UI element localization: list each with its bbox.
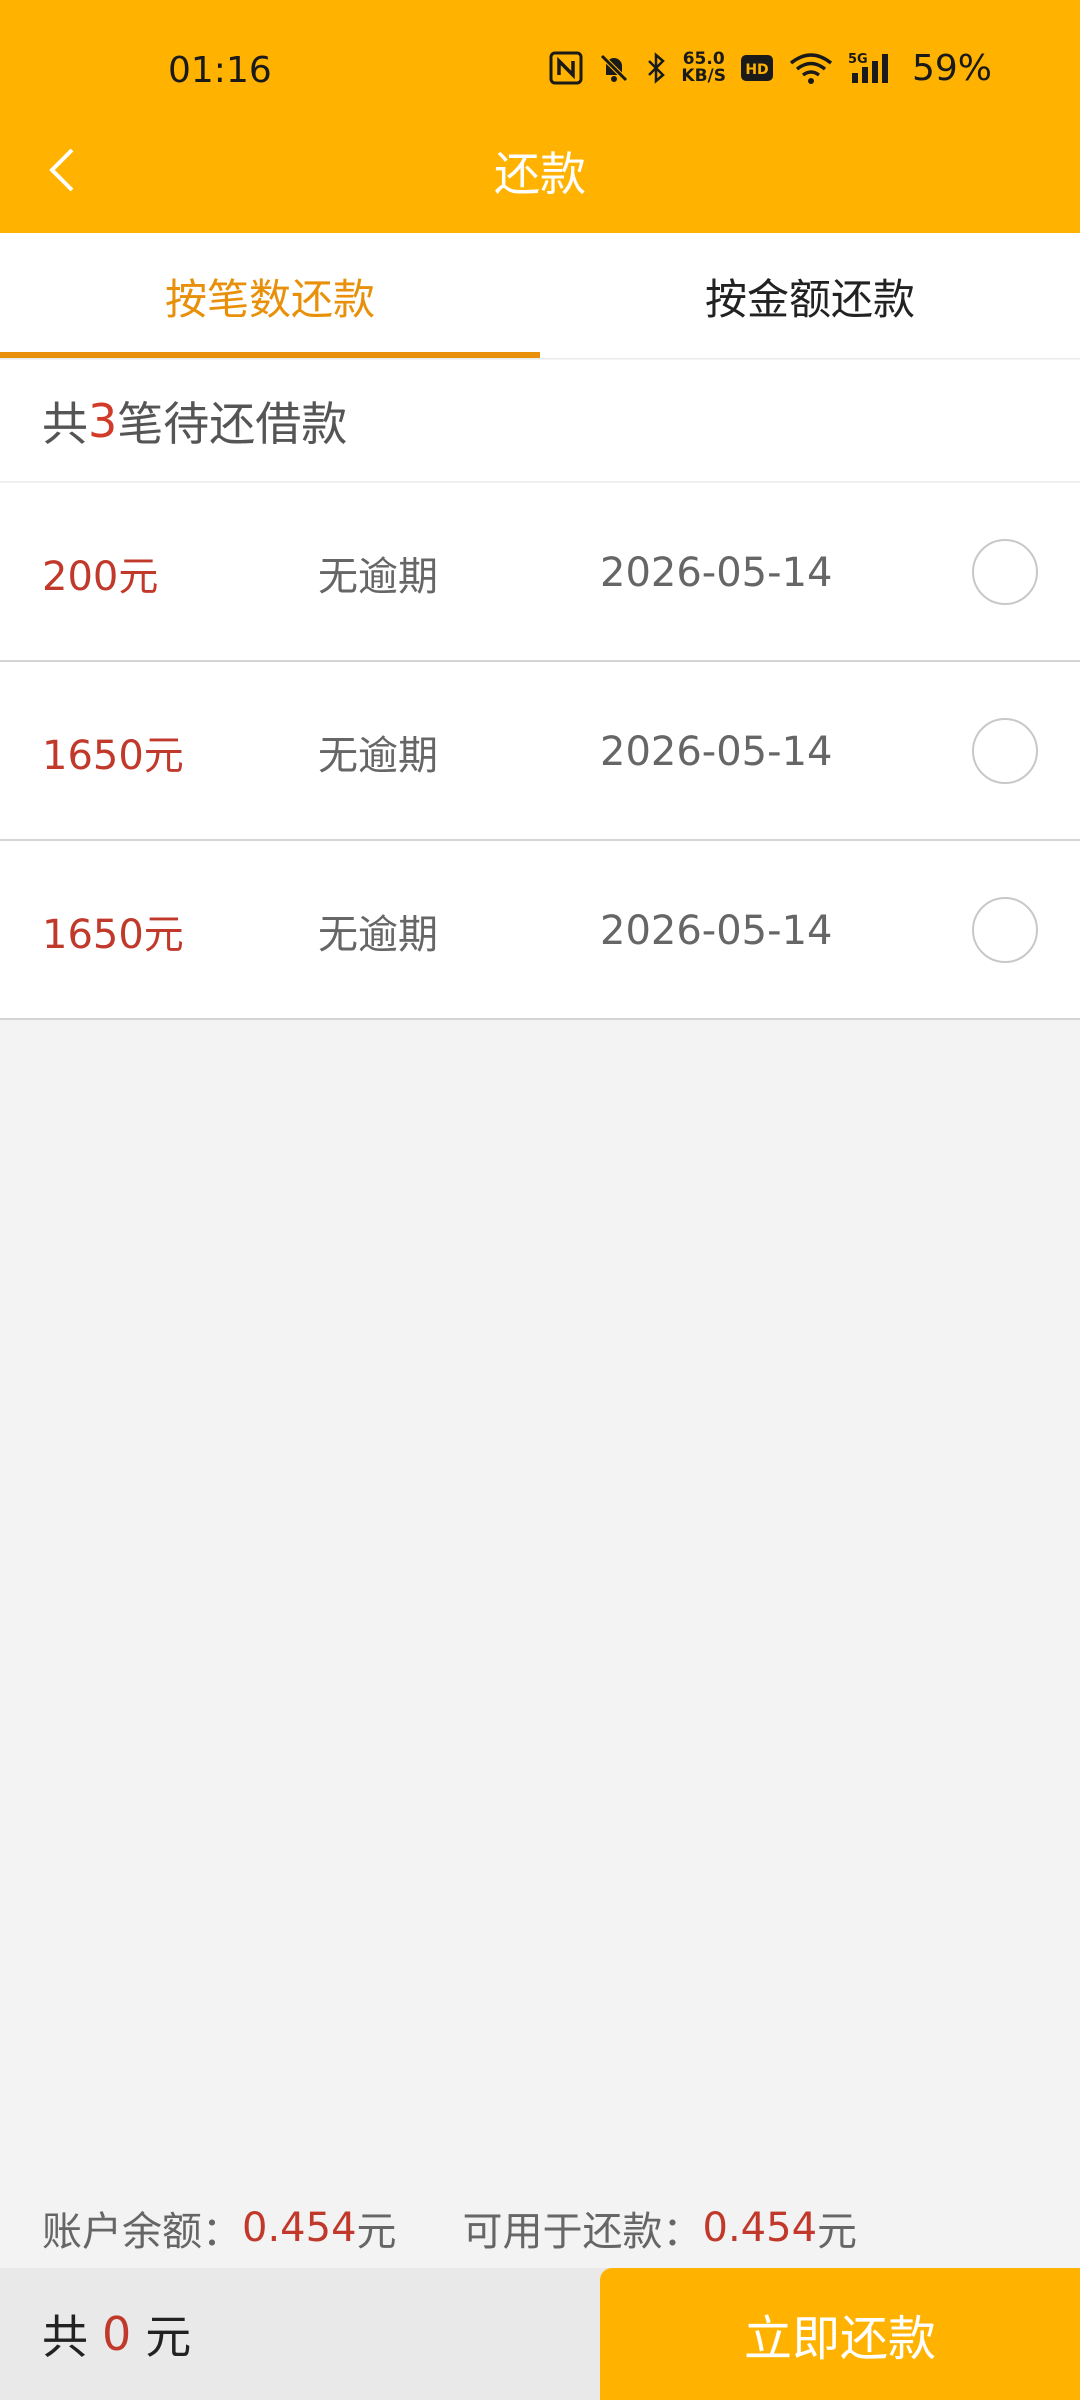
- wifi-icon: [788, 51, 834, 85]
- loan-summary: 共 3 笔待还借款: [0, 360, 1080, 482]
- tab-by-count[interactable]: 按笔数还款: [0, 233, 540, 359]
- signal-5g-icon: 5G: [848, 51, 898, 85]
- repay-now-button[interactable]: 立即还款: [600, 2268, 1080, 2400]
- loan-overdue-status: 无逾期: [318, 732, 438, 779]
- account-balance-unit: 元: [356, 2209, 397, 2255]
- repay-total: 共 0 元: [42, 2268, 191, 2400]
- top-bar: 01:16 65.0 KB/S HD 5G 59% 还款: [0, 0, 1080, 233]
- bell-muted-icon: [597, 51, 631, 85]
- loan-row[interactable]: 1650元 无逾期 2026-05-14: [0, 841, 1080, 1020]
- loan-select-radio[interactable]: [972, 897, 1038, 963]
- hd-icon: HD: [740, 54, 774, 82]
- loan-amount: 200元: [42, 553, 159, 600]
- bluetooth-icon: [645, 51, 667, 85]
- battery-level: 59%: [911, 47, 992, 89]
- status-bar: 01:16 65.0 KB/S HD 5G 59%: [0, 0, 1080, 120]
- available-repay-label: 可用于还款：: [462, 2209, 703, 2255]
- svg-text:5G: 5G: [848, 52, 868, 67]
- nfc-icon: [549, 51, 583, 85]
- tab-active-indicator: [0, 352, 540, 358]
- loan-row[interactable]: 200元 无逾期 2026-05-14: [0, 483, 1080, 662]
- loan-due-date: 2026-05-14: [600, 549, 833, 596]
- status-time: 01:16: [168, 50, 272, 91]
- summary-prefix: 共: [42, 396, 88, 451]
- loan-amount: 1650元: [42, 911, 184, 958]
- loan-select-radio[interactable]: [972, 718, 1038, 784]
- tab-bar: 按笔数还款 按金额还款: [0, 233, 1080, 359]
- available-repay-unit: 元: [817, 2209, 858, 2255]
- total-prefix: 共: [42, 2310, 88, 2364]
- summary-suffix: 笔待还借款: [117, 396, 348, 451]
- net-speed: 65.0 KB/S: [681, 51, 726, 85]
- total-unit: 元: [145, 2310, 192, 2364]
- summary-count: 3: [88, 393, 118, 448]
- total-value: 0: [102, 2307, 132, 2361]
- svg-text:HD: HD: [745, 62, 768, 78]
- loan-row[interactable]: 1650元 无逾期 2026-05-14: [0, 662, 1080, 841]
- loan-amount: 1650元: [42, 732, 184, 779]
- balance-info: 账户余额： 0.454 元 可用于还款： 0.454 元: [42, 2196, 1042, 2260]
- loan-overdue-status: 无逾期: [318, 911, 438, 958]
- loan-overdue-status: 无逾期: [318, 553, 438, 600]
- status-icons: 65.0 KB/S HD 5G 59%: [549, 46, 992, 90]
- loan-due-date: 2026-05-14: [600, 728, 833, 775]
- loan-select-radio[interactable]: [972, 539, 1038, 605]
- available-repay-value: 0.454: [702, 2205, 818, 2251]
- page-title: 还款: [494, 147, 586, 201]
- net-speed-unit: KB/S: [681, 66, 726, 86]
- bottom-bar: 共 0 元 立即还款: [0, 2268, 1080, 2400]
- account-balance-value: 0.454: [242, 2205, 357, 2251]
- account-balance-label: 账户余额：: [42, 2209, 242, 2255]
- tab-by-amount[interactable]: 按金额还款: [540, 233, 1080, 359]
- loan-due-date: 2026-05-14: [600, 907, 833, 954]
- loan-list: 200元 无逾期 2026-05-14 1650元 无逾期 2026-05-14…: [0, 483, 1080, 1020]
